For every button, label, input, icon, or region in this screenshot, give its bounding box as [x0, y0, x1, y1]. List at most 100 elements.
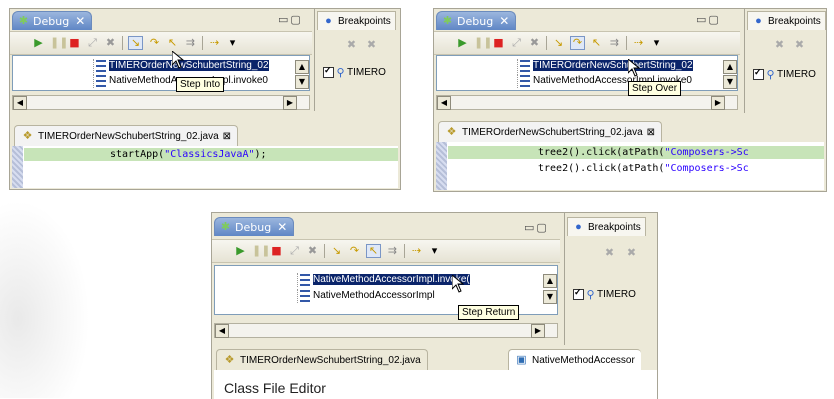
terminate-icon[interactable]: ■: [492, 37, 505, 49]
scroll-left-button[interactable]: ◀: [215, 324, 229, 338]
editor-tab[interactable]: ❖ TIMEROrderNewSchubertString_02.java: [216, 349, 428, 370]
breakpoint-checkbox[interactable]: [753, 67, 764, 80]
breakpoint-row[interactable]: ⚲ TIMERO: [573, 287, 657, 302]
step-return-icon[interactable]: ↖: [590, 37, 603, 49]
disconnect-icon[interactable]: ⤢: [288, 245, 301, 257]
terminate-icon[interactable]: ■: [270, 245, 283, 257]
editor-tab[interactable]: ❖ TIMEROrderNewSchubertString_02.java ⊠: [438, 121, 663, 142]
scroll-left-button[interactable]: ◀: [437, 96, 451, 110]
remove-breakpoint-icon[interactable]: ✖: [773, 39, 786, 51]
code-editor[interactable]: startApp("ClassicsJavaA");: [12, 146, 398, 188]
stack-frame-row[interactable]: NativeMethodAccessorImpl.invoke0: [13, 73, 309, 88]
step-return-icon[interactable]: ↖: [166, 37, 179, 49]
remove-breakpoint-icon[interactable]: ✖: [603, 247, 616, 259]
step-over-icon[interactable]: ↷: [570, 36, 585, 50]
breakpoint-row[interactable]: ⚲ TIMERO: [753, 67, 826, 82]
scroll-up-button[interactable]: ▲: [543, 274, 557, 288]
step-into-icon[interactable]: ↘: [330, 245, 343, 257]
close-icon[interactable]: ✕: [75, 14, 85, 28]
editor-tab-active[interactable]: ▣ NativeMethodAccessor: [508, 349, 641, 370]
step-into-icon[interactable]: ↘: [128, 36, 143, 50]
stack-frame-row[interactable]: TIMEROrderNewSchubertString_02: [437, 58, 737, 73]
disconnect-icon[interactable]: ⤢: [86, 37, 99, 49]
horizontal-scrollbar[interactable]: ◀ ▶: [214, 323, 558, 338]
resume-icon[interactable]: ▶: [234, 245, 247, 257]
use-step-filters-icon[interactable]: ⇢: [632, 37, 645, 49]
code-text: startApp("ClassicsJavaA");: [110, 149, 267, 160]
drop-to-frame-icon[interactable]: ⇉: [386, 245, 399, 257]
scroll-left-button[interactable]: ◀: [13, 96, 27, 110]
breakpoints-icon: ●: [325, 15, 332, 27]
remove-terminated-icon[interactable]: ✖: [104, 37, 117, 49]
breakpoints-tab[interactable]: ● Breakpoints: [317, 11, 396, 30]
menu-icon[interactable]: ▾: [226, 37, 239, 49]
breakpoint-checkbox[interactable]: [573, 287, 584, 300]
debug-tab[interactable]: ✱ Debug ✕: [436, 11, 517, 30]
editor-gutter: [436, 142, 447, 190]
scroll-up-button[interactable]: ▲: [295, 60, 309, 74]
stack-frame-label: NativeMethodAccessorImpl: [313, 290, 435, 301]
stack-frame-row[interactable]: TIMEROrderNewSchubertString_02: [13, 58, 309, 73]
menu-icon[interactable]: ▾: [650, 37, 663, 49]
breakpoints-tab[interactable]: ● Breakpoints: [747, 11, 826, 30]
breakpoint-label: TIMERO: [597, 289, 636, 300]
disconnect-icon[interactable]: ⤢: [510, 37, 523, 49]
remove-terminated-icon[interactable]: ✖: [528, 37, 541, 49]
remove-all-breakpoints-icon[interactable]: ✖: [365, 39, 378, 51]
scroll-right-button[interactable]: ▶: [711, 96, 725, 110]
breakpoint-checkbox[interactable]: [323, 65, 334, 78]
stack-frame-label: NativeMethodAccessorImpl.invoke(: [313, 274, 470, 285]
class-file-editor[interactable]: Class File Editor: [214, 370, 657, 399]
stack-frame-label: TIMEROrderNewSchubertString_02: [533, 60, 693, 71]
drop-to-frame-icon[interactable]: ⇉: [184, 37, 197, 49]
step-over-icon[interactable]: ↷: [348, 245, 361, 257]
resume-icon[interactable]: ▶: [456, 37, 469, 49]
close-icon[interactable]: ⊠: [223, 131, 231, 142]
step-over-icon[interactable]: ↷: [148, 37, 161, 49]
string-literal: "Composers->Sc: [664, 163, 749, 174]
scroll-down-button[interactable]: ▼: [543, 290, 557, 304]
stack-frame-row[interactable]: NativeMethodAccessorImpl.invoke0: [437, 73, 737, 88]
use-step-filters-icon[interactable]: ⇢: [410, 245, 423, 257]
step-into-icon[interactable]: ↘: [552, 37, 565, 49]
code-text: tree2().click(atPath("Composers->Sc: [538, 163, 749, 174]
step-return-icon[interactable]: ↖: [366, 244, 381, 258]
drop-to-frame-icon[interactable]: ⇉: [608, 37, 621, 49]
scroll-down-button[interactable]: ▼: [295, 75, 309, 89]
scroll-right-button[interactable]: ▶: [531, 324, 545, 338]
terminate-icon[interactable]: ■: [68, 37, 81, 49]
class-file-icon: ▣: [516, 354, 527, 366]
breakpoint-row[interactable]: ⚲ TIMERO: [323, 65, 400, 80]
debug-tab[interactable]: ✱ Debug ✕: [12, 11, 93, 30]
close-icon[interactable]: ✕: [277, 220, 287, 234]
minimize-maximize-icon[interactable]: ▭▢: [696, 13, 721, 26]
scroll-right-button[interactable]: ▶: [283, 96, 297, 110]
debug-tab[interactable]: ✱ Debug ✕: [214, 217, 295, 236]
horizontal-scrollbar[interactable]: ◀ ▶: [436, 95, 738, 110]
minimize-maximize-icon[interactable]: ▭▢: [524, 221, 549, 234]
remove-all-breakpoints-icon[interactable]: ✖: [793, 39, 806, 51]
horizontal-scrollbar[interactable]: ◀ ▶: [12, 95, 310, 110]
stack-frame-row[interactable]: NativeMethodAccessorImpl: [215, 288, 557, 303]
scroll-up-button[interactable]: ▲: [723, 60, 737, 74]
suspend-icon[interactable]: ❚❚: [50, 37, 68, 49]
use-step-filters-icon[interactable]: ⇢: [208, 37, 221, 49]
resume-icon[interactable]: ▶: [32, 37, 45, 49]
java-file-icon: ❖: [446, 126, 457, 138]
remove-all-breakpoints-icon[interactable]: ✖: [625, 247, 638, 259]
stack-frame-icon: [96, 59, 106, 72]
remove-terminated-icon[interactable]: ✖: [306, 245, 319, 257]
remove-breakpoint-icon[interactable]: ✖: [345, 39, 358, 51]
breakpoints-tab[interactable]: ● Breakpoints: [567, 217, 646, 236]
debug-toolbar: ▶ ❚❚ ■ ⤢ ✖ ↘ ↷ ↖ ⇉ ⇢ ▾: [10, 31, 312, 55]
close-icon[interactable]: ✕: [499, 14, 509, 28]
stack-frame-row[interactable]: NativeMethodAccessorImpl.invoke(: [215, 272, 557, 287]
minimize-maximize-icon[interactable]: ▭▢: [278, 13, 303, 26]
code-editor[interactable]: tree2().click(atPath("Composers->Sc tree…: [436, 142, 824, 190]
suspend-icon[interactable]: ❚❚: [252, 245, 270, 257]
scroll-down-button[interactable]: ▼: [723, 75, 737, 89]
menu-icon[interactable]: ▾: [428, 245, 441, 257]
close-icon[interactable]: ⊠: [647, 127, 655, 138]
suspend-icon[interactable]: ❚❚: [474, 37, 492, 49]
editor-tab[interactable]: ❖ TIMEROrderNewSchubertString_02.java ⊠: [14, 125, 239, 146]
